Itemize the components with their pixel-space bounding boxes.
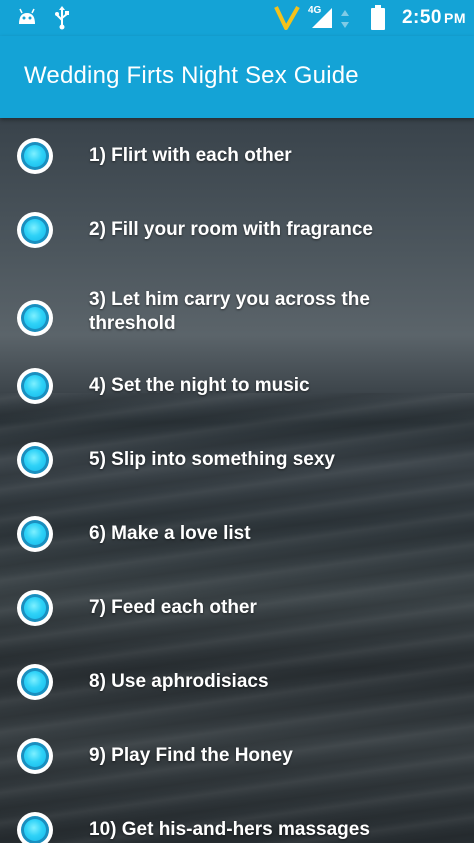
list-item[interactable]: 4) Set the night to music [0,368,474,412]
bullet-circle-icon [17,138,53,174]
list-item-label: 8) Use aphrodisiacs [89,671,269,692]
data-arrows-icon [340,10,350,33]
list-item-label: 7) Feed each other [89,597,257,618]
list-item[interactable]: 10) Get his-and-hers massages [0,812,474,843]
list-item[interactable]: 7) Feed each other [0,590,474,634]
list-item-label: 5) Slip into something sexy [89,449,335,470]
battery-icon [370,5,386,36]
bullet-circle-icon [17,368,53,404]
screen: 4G 2:50PM Wedding Firts Night Sex Guide [0,0,474,843]
list-item[interactable]: 6) Make a love list [0,516,474,560]
clock-ampm: PM [444,10,466,26]
clock-time: 2:50 [401,7,442,28]
list-item-label: 1) Flirt with each other [89,145,292,166]
usb-icon [54,6,70,35]
bullet-circle-icon [17,664,53,700]
bullet-circle-icon [17,212,53,248]
list-item-label: 4) Set the night to music [89,375,310,396]
bullet-circle-icon [17,300,53,336]
android-icon [16,8,38,31]
list-item-label: 2) Fill your room with fragrance [89,219,373,240]
bullet-circle-icon [17,738,53,774]
list-item-label: 10) Get his-and-hers massages [89,819,370,840]
status-bar: 4G 2:50 PM [0,0,474,36]
list-item[interactable]: 1) Flirt with each other [0,138,474,182]
bullet-circle-icon [17,812,53,843]
v-carrier-icon [274,4,300,35]
content-area[interactable]: 1) Flirt with each other 2) Fill your roo… [0,118,474,843]
bullet-circle-icon [17,516,53,552]
list-item[interactable]: 2) Fill your room with fragrance [0,212,474,256]
list-item-label: 9) Play Find the Honey [89,745,293,766]
list-item[interactable]: 8) Use aphrodisiacs [0,664,474,708]
signal-icon [312,8,334,33]
list-item[interactable]: 3) Let him carry you across the threshol… [0,288,474,352]
bullet-circle-icon [17,590,53,626]
app-bar: Wedding Firts Night Sex Guide [0,36,474,118]
list-item[interactable]: 5) Slip into something sexy [0,442,474,486]
page-title: Wedding Firts Night Sex Guide [24,62,359,89]
list-item-label: 3) Let him carry you across the threshol… [89,289,370,334]
bullet-circle-icon [17,442,53,478]
list-item[interactable]: 9) Play Find the Honey [0,738,474,782]
clock: 2:50 PM [402,7,466,29]
list-item-label: 6) Make a love list [89,523,251,544]
